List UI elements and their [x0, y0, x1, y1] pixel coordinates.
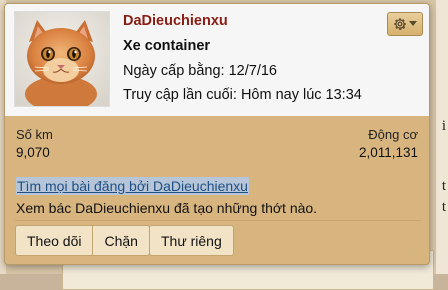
private-message-button[interactable]: Thư riêng [149, 225, 234, 256]
underlying-text-fragment: t [441, 178, 446, 194]
join-date-label: Ngày cấp bằng: [123, 63, 225, 79]
follow-block-group: Theo dõi Chặn [15, 225, 150, 256]
chevron-down-icon [409, 21, 417, 26]
km-label: Số km [16, 127, 53, 142]
member-card-header: DaDieuchienxu Xe container Ngày cấp bằng… [5, 4, 429, 116]
join-date-value: 12/7/16 [228, 63, 277, 79]
underlying-text-fragment: t [441, 199, 446, 215]
follow-button[interactable]: Theo dõi [16, 226, 93, 255]
engine-value: 2,011,131 [358, 145, 418, 160]
see-threads-link[interactable]: Xem bác DaDieuchienxu đã tạo những thớt … [16, 200, 317, 216]
page-right-margin [436, 0, 448, 274]
divider [15, 220, 421, 221]
avatar-cat-image [15, 12, 109, 106]
gear-icon [394, 18, 406, 30]
engine-label: Động cơ [368, 127, 418, 142]
avatar[interactable] [14, 11, 110, 107]
last-seen-value: Hôm nay lúc 13:34 [240, 87, 362, 103]
join-date-row: Ngày cấp bằng: 12/7/16 [123, 63, 277, 79]
find-all-posts-link[interactable]: Tìm mọi bài đăng bởi DaDieuchienxu [16, 177, 249, 195]
user-title: Xe container [123, 38, 211, 54]
member-stats: Số km 9,070 Động cơ 2,011,131 [5, 116, 429, 178]
member-card-popup: DaDieuchienxu Xe container Ngày cấp bằng… [4, 3, 430, 265]
last-seen-label: Truy cập lần cuối: [123, 87, 237, 103]
block-button[interactable]: Chặn [92, 226, 149, 255]
underlying-text-fragment: i [441, 118, 446, 134]
km-value: 9,070 [16, 145, 50, 160]
settings-dropdown-button[interactable] [387, 12, 423, 36]
username-link[interactable]: DaDieuchienxu [123, 13, 228, 29]
last-seen-row: Truy cập lần cuối: Hôm nay lúc 13:34 [123, 87, 362, 103]
